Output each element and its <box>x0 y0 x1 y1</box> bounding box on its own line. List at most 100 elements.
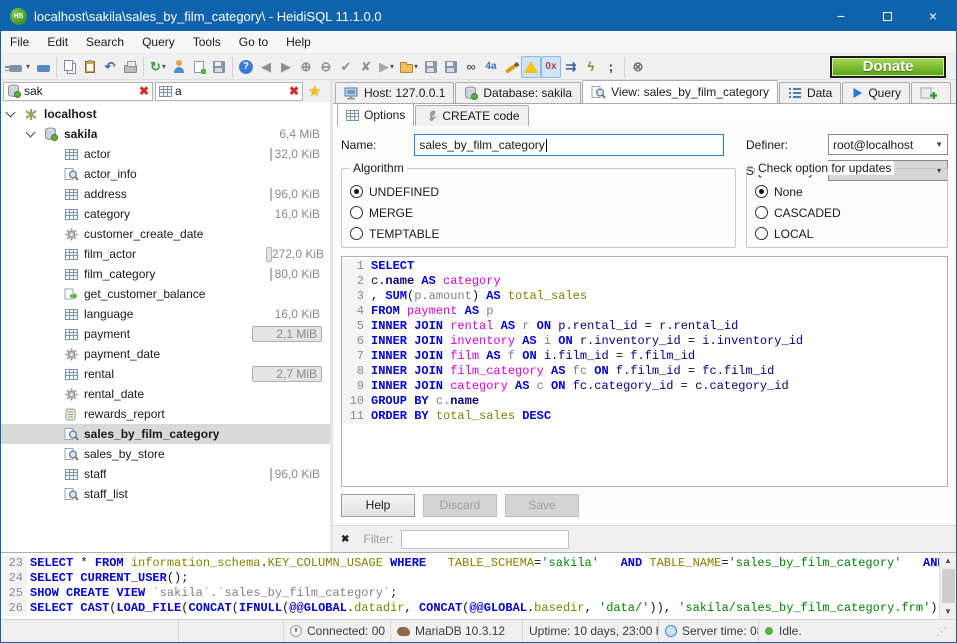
algorithm-radio-undefined[interactable]: UNDEFINED <box>350 181 727 202</box>
sql-log-panel[interactable]: 23SELECT * FROM information_schema.KEY_C… <box>1 552 956 619</box>
tree-item-payment-date[interactable]: payment_date <box>1 344 330 364</box>
new-query-tab-button[interactable] <box>911 82 951 103</box>
disconnect-icon[interactable] <box>33 56 53 78</box>
execute-sql-icon[interactable]: ▶▾ <box>376 56 397 78</box>
stop-icon[interactable]: ⊗ <box>628 56 648 78</box>
menu-search[interactable]: Search <box>77 31 133 53</box>
connect-icon[interactable]: ▾ <box>5 56 33 78</box>
dropdown-arrow-icon[interactable]: ▾ <box>162 62 166 71</box>
subtab-create-code[interactable]: CREATE code <box>415 105 528 126</box>
sql-editor[interactable]: 1SELECT2c.name AS category3, SUM(p.amoun… <box>341 256 948 487</box>
paste-icon[interactable] <box>80 56 100 78</box>
tree-item-actor[interactable]: actor32,0 KiB <box>1 144 330 164</box>
expand-chevron-icon[interactable] <box>6 108 16 118</box>
tree-item-actor-info[interactable]: actor_info <box>1 164 330 184</box>
tree-item-rental-date[interactable]: rental_date <box>1 384 330 404</box>
next-result-icon[interactable]: ⇉ <box>561 56 581 78</box>
hex-view-toggle-icon[interactable]: 0x <box>541 56 561 78</box>
discard-button[interactable]: Discard <box>423 494 497 517</box>
menu-tools[interactable]: Tools <box>184 31 230 53</box>
print-icon[interactable] <box>120 56 140 78</box>
tree-item-sales-by-film-category[interactable]: sales_by_film_category <box>1 424 330 444</box>
tree-item-staff[interactable]: staff96,0 KiB <box>1 464 330 484</box>
close-button[interactable]: × <box>910 1 956 31</box>
resize-grip[interactable]: ⋰ <box>936 625 950 638</box>
filter-input[interactable] <box>401 530 569 549</box>
last-row-icon[interactable]: ▶ <box>276 56 296 78</box>
tree-item-sales-by-store[interactable]: sales_by_store <box>1 444 330 464</box>
find-icon[interactable]: ∞ <box>461 56 481 78</box>
save-sql-icon[interactable] <box>421 56 441 78</box>
help-icon[interactable]: ? <box>236 56 256 78</box>
algorithm-radio-temptable[interactable]: TEMPTABLE <box>350 223 727 244</box>
menu-query[interactable]: Query <box>133 31 184 53</box>
cancel-editing-icon[interactable]: ✘ <box>356 56 376 78</box>
dropdown-arrow-icon[interactable]: ▾ <box>26 62 30 71</box>
log-scrollbar[interactable]: ▲ ▼ <box>939 553 956 619</box>
expand-chevron-icon[interactable] <box>26 128 36 138</box>
table-filter-input[interactable]: a ✖ <box>155 82 303 101</box>
undo-icon[interactable]: ↶ <box>100 56 120 78</box>
database-filter-input[interactable]: sak ✖ <box>3 82 153 101</box>
copy-icon[interactable] <box>60 56 80 78</box>
tree-item-rewards-report[interactable]: rewards_report <box>1 404 330 424</box>
menu-help[interactable]: Help <box>277 31 320 53</box>
definer-select[interactable]: root@localhost ▼ <box>828 134 948 155</box>
tree-item-get-customer-balance[interactable]: get_customer_balance <box>1 284 330 304</box>
tab-host-127-0-0-1[interactable]: Host: 127.0.0.1 <box>335 82 454 103</box>
user-manager-icon[interactable] <box>169 56 189 78</box>
algorithm-radio-merge[interactable]: MERGE <box>350 202 727 223</box>
tab-data[interactable]: Data <box>779 82 841 103</box>
menu-go-to[interactable]: Go to <box>230 31 277 53</box>
maximize-button[interactable] <box>864 1 910 31</box>
export-settings-icon[interactable] <box>209 56 229 78</box>
first-row-icon[interactable]: ◀ <box>256 56 276 78</box>
dropdown-arrow-icon[interactable]: ▾ <box>390 62 394 71</box>
menu-file[interactable]: File <box>1 31 38 53</box>
tab-database-sakila[interactable]: Database: sakila <box>455 82 581 103</box>
load-sql-icon[interactable]: ▾ <box>397 56 421 78</box>
clear-database-filter-icon[interactable]: ✖ <box>138 84 150 98</box>
tree-item-film-category[interactable]: film_category80,0 KiB <box>1 264 330 284</box>
scroll-up-icon[interactable]: ▲ <box>944 553 952 568</box>
scrollbar-thumb[interactable] <box>942 569 955 603</box>
format-code-icon[interactable] <box>501 56 521 78</box>
tree-item-sakila[interactable]: sakila6,4 MiB <box>1 124 330 144</box>
insert-row-icon[interactable]: ⊕ <box>296 56 316 78</box>
favorites-star-icon[interactable]: ★ <box>308 82 321 100</box>
minimize-button[interactable]: − <box>818 1 864 31</box>
tab-query[interactable]: Query <box>842 82 910 103</box>
tree-item-customer-create-date[interactable]: customer_create_date <box>1 224 330 244</box>
clear-table-filter-icon[interactable]: ✖ <box>288 84 300 98</box>
dropdown-arrow-icon[interactable]: ▾ <box>414 62 418 71</box>
single-query-icon[interactable]: ; <box>601 56 621 78</box>
refresh-icon[interactable]: ↻▾ <box>147 56 169 78</box>
help-button[interactable]: Help <box>341 494 415 517</box>
tree-item-localhost[interactable]: localhost <box>1 104 330 124</box>
tree-item-address[interactable]: address96,0 KiB <box>1 184 330 204</box>
check-option-radio-cascaded[interactable]: CASCADED <box>755 202 939 223</box>
menu-edit[interactable]: Edit <box>38 31 77 53</box>
post-changes-icon[interactable]: ✔ <box>336 56 356 78</box>
subtab-options[interactable]: Options <box>337 103 414 126</box>
save-sql-as-icon[interactable] <box>441 56 461 78</box>
tree-item-staff-list[interactable]: staff_list <box>1 484 330 504</box>
reconnect-icon[interactable]: ϟ <box>581 56 601 78</box>
bind-params-toggle-icon[interactable] <box>521 56 541 78</box>
scroll-down-icon[interactable]: ▼ <box>944 604 952 619</box>
replace-icon[interactable]: 4a <box>481 56 501 78</box>
delete-row-icon[interactable]: ⊖ <box>316 56 336 78</box>
close-filter-icon[interactable]: ✖ <box>341 534 349 545</box>
donate-button[interactable]: Donate <box>830 56 946 78</box>
tree-item-language[interactable]: language16,0 KiB <box>1 304 330 324</box>
tree-item-payment[interactable]: payment2,1 MiB <box>1 324 330 344</box>
tree-item-film-actor[interactable]: film_actor272,0 KiB <box>1 244 330 264</box>
save-button[interactable]: Save <box>505 494 579 517</box>
view-name-input[interactable]: sales_by_film_category <box>414 134 724 156</box>
check-option-radio-none[interactable]: None <box>755 181 939 202</box>
new-file-icon[interactable] <box>189 56 209 78</box>
check-option-radio-local[interactable]: LOCAL <box>755 223 939 244</box>
tree-item-category[interactable]: category16,0 KiB <box>1 204 330 224</box>
tab-view-sales-by-film-category[interactable]: View: sales_by_film_category <box>582 80 778 103</box>
tree-item-rental[interactable]: rental2,7 MiB <box>1 364 330 384</box>
